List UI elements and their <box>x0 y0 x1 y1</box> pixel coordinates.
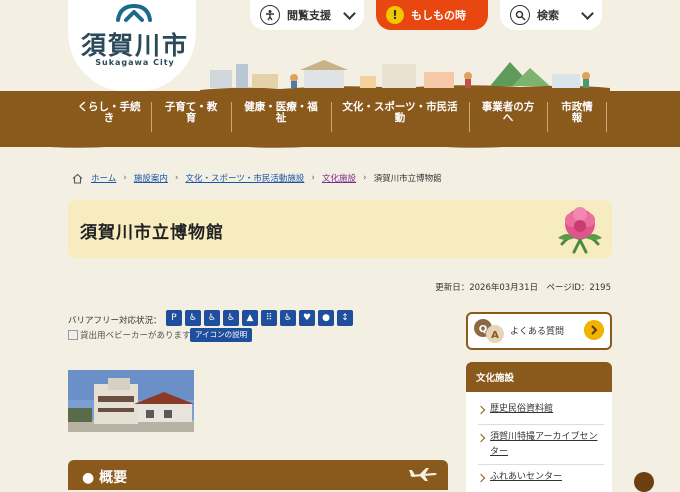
stroller-image-alt: 貸出用ベビーカーがあります <box>68 329 191 341</box>
barrier-free-icons: P ♿ ♿ ♿ ▲ ⠿ ♿ ♥ ● ↕ <box>166 310 353 326</box>
search-label: 検索 <box>537 9 559 22</box>
nav-label-line2: 育 <box>185 112 197 124</box>
svg-text:Q: Q <box>479 324 488 335</box>
breadcrumb-current: 須賀川市立博物館 <box>373 174 442 184</box>
barrier-free-label: バリアフリー対応状況： <box>68 316 162 326</box>
accessible-entrance-icon: ♿ <box>280 310 296 326</box>
nav-label-line2: 動 <box>394 112 406 124</box>
breadcrumb-separator: › <box>311 173 315 183</box>
sidebar-divider <box>478 464 604 465</box>
exclamation-icon: ! <box>386 6 404 24</box>
arrow-right-icon <box>584 320 604 340</box>
breadcrumb-cultural[interactable]: 文化施設 <box>322 172 356 184</box>
section-title: ● 概要 <box>82 470 128 486</box>
icon-description-link[interactable]: アイコンの説明 <box>190 328 253 342</box>
stroller-alt-text: 貸出用ベビーカーがあります <box>80 331 191 341</box>
svg-text:A: A <box>491 330 499 341</box>
nav-item-business[interactable]: 事業者の方 へ <box>470 91 546 143</box>
sidebar-category-header: 文化施設 <box>466 362 612 392</box>
emergency-button[interactable]: ! もしもの時 <box>376 0 488 30</box>
nav-item-childcare[interactable]: 子育て・教 育 <box>152 91 230 143</box>
nav-label-line2: 報 <box>571 112 583 124</box>
search-button[interactable]: 検索 <box>500 0 602 30</box>
chevron-down-icon <box>581 6 594 20</box>
museum-photo <box>68 370 194 432</box>
nav-label-line2: へ <box>502 112 514 124</box>
breadcrumb-separator: › <box>174 173 179 183</box>
nav-item-citygov[interactable]: 市政情 報 <box>548 91 606 143</box>
icon-description-label: アイコンの説明 <box>195 330 248 339</box>
nav-item-culture[interactable]: 文化・スポーツ・市民活 動 <box>332 91 468 143</box>
sidebar-link-history-museum[interactable]: 歴史民俗資料館 <box>490 402 602 417</box>
person-icon <box>260 5 280 25</box>
logo-text: 須賀川市 <box>80 31 189 60</box>
assistance-icon: ▲ <box>242 310 258 326</box>
breadcrumb-home[interactable]: ホーム <box>91 172 116 184</box>
accessibility-label: 閲覧支援 <box>287 9 331 22</box>
nav-label-line2: 祉 <box>275 112 287 124</box>
home-icon <box>72 173 83 184</box>
emergency-label: もしもの時 <box>411 9 466 22</box>
sidebar-link-tokusatsu-archive[interactable]: 須賀川特撮アーカイブセンター <box>490 430 602 460</box>
breadcrumb-separator: › <box>123 173 127 183</box>
baby-icon: ● <box>318 310 334 326</box>
qa-bubble-icon: Q A <box>474 319 504 343</box>
logo-subtitle: Sukagawa City <box>95 58 175 67</box>
townscape-illustration <box>200 60 610 94</box>
braille-block-icon: ⠿ <box>261 310 277 326</box>
accessibility-button[interactable]: 閲覧支援 <box>250 0 364 30</box>
broken-image-icon <box>68 330 78 340</box>
elevator-icon: ↕ <box>337 310 353 326</box>
peony-flower-icon <box>558 207 602 254</box>
page-title-box: 須賀川市立博物館 <box>68 200 612 258</box>
page-title: 須賀川市立博物館 <box>80 223 224 243</box>
update-info: 更新日：2026年03月31日 ページID：2195 <box>435 283 611 293</box>
chevron-down-icon <box>343 6 356 20</box>
breadcrumb-facilities[interactable]: 施設案内 <box>134 172 168 184</box>
search-icon <box>510 5 530 25</box>
scroll-to-top-button[interactable] <box>634 472 654 492</box>
breadcrumb-culture-facilities[interactable]: 文化・スポーツ・市民活動施設 <box>185 172 304 184</box>
nursing-room-icon: ♥ <box>299 310 315 326</box>
accessible-toilet-icon: ♿ <box>204 310 220 326</box>
wheelchair-access-icon: ♿ <box>223 310 239 326</box>
city-logo-mark-icon <box>116 3 152 22</box>
sidebar-divider <box>478 424 604 425</box>
breadcrumb-separator: › <box>362 173 367 183</box>
section-title-text: 概要 <box>99 470 128 486</box>
faq-label: よくある質問 <box>510 327 565 337</box>
wheelchair-icon: ♿ <box>185 310 201 326</box>
nav-label-line2: き <box>103 112 115 124</box>
nav-item-living[interactable]: くらし・手続 き <box>68 91 150 143</box>
accessible-parking-icon: P <box>166 310 182 326</box>
breadcrumb: ホーム › 施設案内 › 文化・スポーツ・市民活動施設 › 文化施設 › 須賀川… <box>72 172 442 184</box>
sidebar-category-title: 文化施設 <box>476 373 515 384</box>
sidebar-link-fureai-center[interactable]: ふれあいセンター <box>490 470 602 485</box>
nav-divider <box>606 102 607 132</box>
nav-item-health[interactable]: 健康・医療・福 祉 <box>232 91 330 143</box>
